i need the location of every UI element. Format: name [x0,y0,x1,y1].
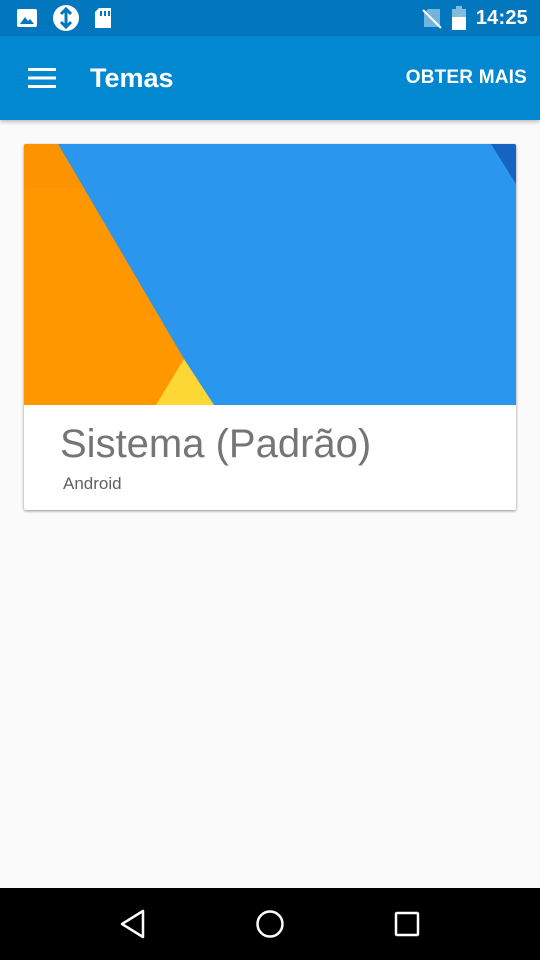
back-icon [120,909,146,939]
get-more-button[interactable]: OBTER MAIS [393,36,540,120]
app-bar: Temas OBTER MAIS [0,36,540,120]
menu-icon [28,68,56,88]
clock: 14:25 [475,6,528,29]
theme-preview-image [24,144,516,405]
sync-icon [52,4,80,32]
back-button[interactable] [83,888,183,960]
status-bar: 14:25 [0,0,540,36]
sd-card-icon [94,7,112,29]
home-button[interactable] [220,888,320,960]
recents-button[interactable] [357,888,457,960]
navigation-bar [0,888,540,960]
home-icon [255,909,285,939]
status-left-icons [16,4,112,32]
theme-title: Sistema (Padrão) [60,422,372,466]
theme-card-system[interactable]: Sistema (Padrão) Android [24,144,516,510]
image-icon [16,7,38,29]
no-sim-icon [422,7,442,29]
recents-icon [394,911,420,937]
status-right-icons: 14:25 [422,6,528,30]
battery-icon [451,6,466,30]
theme-subtitle: Android [63,474,122,493]
page-title: Temas [90,62,174,93]
menu-button[interactable] [0,36,84,120]
